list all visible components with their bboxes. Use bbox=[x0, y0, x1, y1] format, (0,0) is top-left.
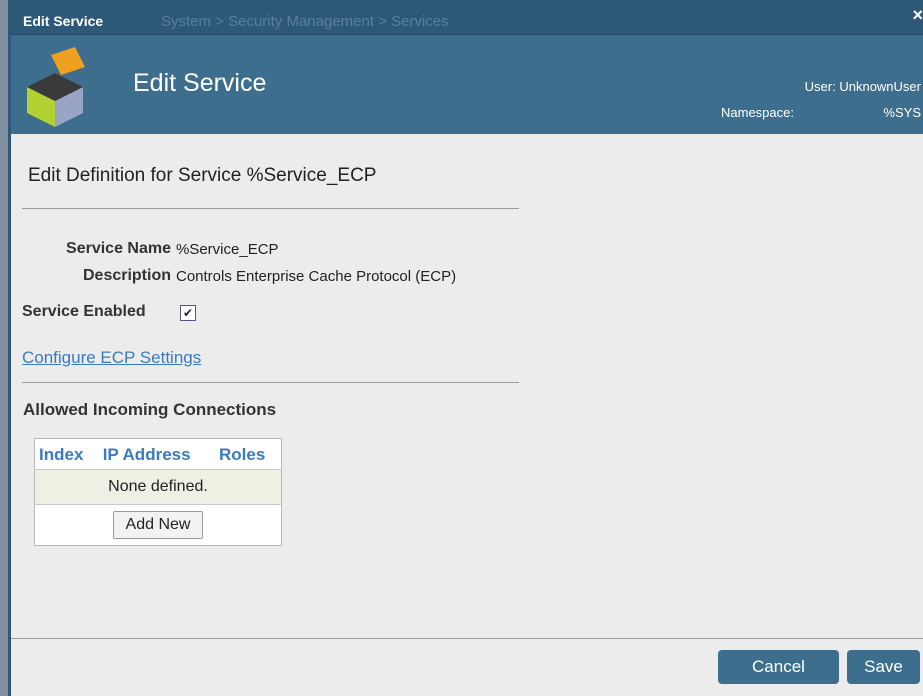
connections-title: Allowed Incoming Connections bbox=[23, 400, 277, 419]
table-row: None defined. bbox=[34, 469, 282, 505]
divider bbox=[22, 382, 519, 383]
user-label: User: UnknownUser bbox=[804, 79, 921, 94]
add-cell: Add New bbox=[35, 505, 282, 546]
service-name-label: Service Name bbox=[66, 240, 171, 257]
cube-logo-icon bbox=[27, 47, 85, 127]
table-row: Add New bbox=[35, 505, 282, 546]
dialog-titlebar[interactable]: Edit Service System > Security Managemen… bbox=[11, 0, 923, 35]
service-enabled-label: Service Enabled bbox=[22, 303, 146, 320]
namespace-label: Namespace: bbox=[721, 105, 794, 120]
description-label: Description bbox=[82, 267, 171, 284]
configure-ecp-link[interactable]: Configure ECP Settings bbox=[22, 348, 201, 368]
column-roles[interactable]: Roles bbox=[215, 438, 282, 470]
footer-divider bbox=[11, 638, 923, 639]
table-header-row: Index IP Address Roles bbox=[34, 438, 282, 470]
description-value: Controls Enterprise Cache Protocol (ECP) bbox=[176, 268, 457, 285]
breadcrumb: System > Security Management > Services bbox=[161, 13, 449, 30]
save-button[interactable]: Save bbox=[847, 650, 920, 684]
definition-title: Edit Definition for Service %Service_ECP bbox=[28, 165, 377, 186]
page-header: Edit Service User: UnknownUser Namespace… bbox=[11, 35, 923, 134]
connections-table: Index IP Address Roles None defined. Add… bbox=[34, 438, 282, 546]
column-index[interactable]: Index bbox=[34, 438, 99, 470]
service-name-value: %Service_ECP bbox=[176, 241, 279, 258]
column-ip-address[interactable]: IP Address bbox=[98, 438, 215, 470]
namespace-value: %SYS bbox=[883, 105, 921, 120]
cancel-button[interactable]: Cancel bbox=[718, 650, 839, 684]
page-title: Edit Service bbox=[133, 69, 267, 97]
empty-message: None defined. bbox=[34, 469, 282, 505]
service-enabled-checkbox[interactable]: ✔ bbox=[180, 305, 196, 321]
add-new-button[interactable]: Add New bbox=[112, 511, 204, 539]
dialog-title: Edit Service bbox=[23, 13, 104, 29]
close-icon[interactable]: × bbox=[912, 5, 923, 26]
edit-service-dialog: Edit Service System > Security Managemen… bbox=[8, 0, 923, 696]
divider bbox=[22, 208, 519, 209]
